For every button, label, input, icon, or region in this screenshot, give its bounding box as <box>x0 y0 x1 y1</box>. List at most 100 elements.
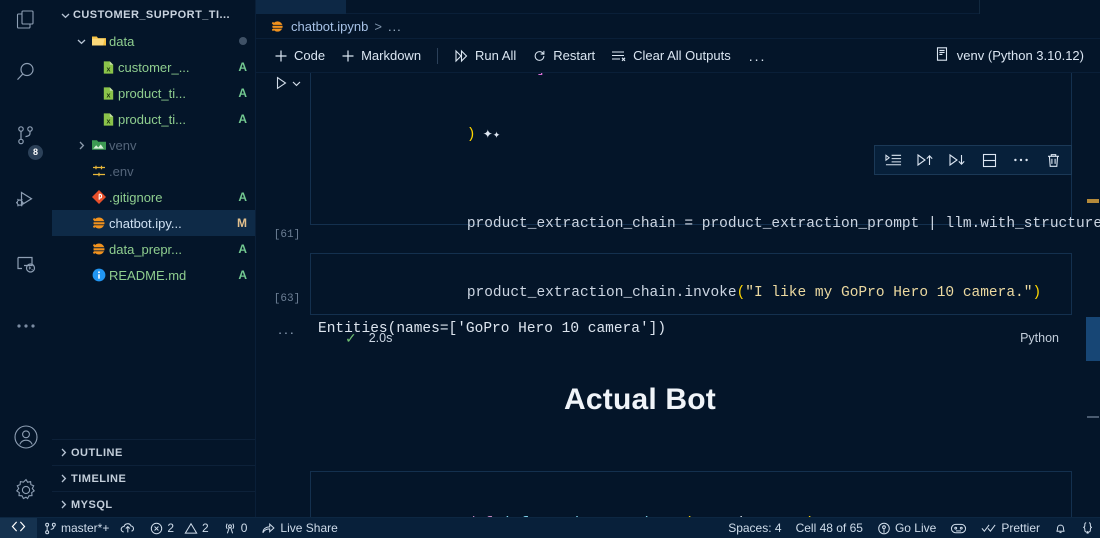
sidebar-section-mysql[interactable]: MYSQL <box>52 491 255 517</box>
add-code-cell-button[interactable]: Code <box>266 44 333 68</box>
run-all-icon <box>454 49 469 63</box>
chevron-right-icon <box>56 497 71 513</box>
tree-item-readme-md[interactable]: README.md A <box>52 262 255 288</box>
status-cell-position-label: Cell 48 of 65 <box>795 521 863 535</box>
status-errors-count: 2 <box>167 521 175 535</box>
copilot-sparkle-icon: ✦✦ <box>475 128 501 142</box>
git-status-badge: A <box>238 242 247 256</box>
delete-cell-icon[interactable] <box>1037 147 1069 173</box>
tree-item-label: .gitignore <box>109 189 163 205</box>
kernel-selector[interactable]: venv (Python 3.10.12) <box>934 46 1100 65</box>
tree-item-env[interactable]: .env <box>52 158 255 184</box>
plus-icon <box>341 49 355 63</box>
broadcast-icon <box>877 522 891 535</box>
tree-item-venv[interactable]: venv <box>52 132 255 158</box>
code-token: str <box>850 516 876 517</box>
tree-item-customer-csv[interactable]: x customer_... A <box>52 54 255 80</box>
notebook-scroll-area[interactable]: [61] ] ) ✦✦ product_extraction_chain = p… <box>256 73 1100 517</box>
cell-output: ... Entities(names=['GoPro Hero 10 camer… <box>256 321 1100 337</box>
run-cell-button[interactable] <box>273 75 302 91</box>
activity-bar-item-remote-explorer[interactable] <box>0 232 52 296</box>
sidebar-section-outline[interactable]: OUTLINE <box>52 439 255 465</box>
activity-bar-item-source-control[interactable]: 8 <box>0 104 52 168</box>
status-live-share-label: Live Share <box>280 521 338 535</box>
folder-venv-icon <box>89 137 109 153</box>
tree-item-label: customer_... <box>118 59 190 75</box>
code-token: : <box>763 516 780 517</box>
status-prettier[interactable]: Prettier <box>974 518 1047 538</box>
env-icon <box>89 163 109 179</box>
activity-bar-item-run-and-debug[interactable] <box>0 168 52 232</box>
tree-item-chatbot-ipynb[interactable]: chatbot.ipy... M <box>52 210 255 236</box>
code-token: product_extraction_prompt <box>701 216 929 232</box>
status-bar-right: Spaces: 4 Cell 48 of 65 Go Live Prettier <box>721 518 1100 538</box>
breadcrumb-file[interactable]: chatbot.ipynb <box>291 19 368 34</box>
editor-scrollbar[interactable] <box>1086 73 1100 517</box>
cell-editor-box[interactable]: def information_retriever(question: str)… <box>310 471 1072 517</box>
status-live-share[interactable]: Live Share <box>254 518 344 538</box>
notebook-icon <box>89 215 109 231</box>
scrollbar-thumb[interactable] <box>1086 317 1100 361</box>
status-settings-sync[interactable] <box>1074 518 1100 538</box>
code-token: product_extraction_chain <box>466 285 676 301</box>
status-problems[interactable]: 2 2 <box>143 518 215 538</box>
status-indentation-label: Spaces: 4 <box>728 521 782 535</box>
status-gitlens[interactable] <box>943 518 974 538</box>
tree-item-label: README.md <box>109 267 187 283</box>
markdown-info-icon <box>89 267 109 283</box>
remote-window-button[interactable] <box>0 517 37 538</box>
more-actions-icon[interactable] <box>1005 147 1037 173</box>
tree-item-data[interactable]: data <box>52 28 255 54</box>
ellipsis-icon <box>14 322 38 330</box>
restart-kernel-button[interactable]: Restart <box>524 44 603 68</box>
activity-bar-item-more-actions[interactable] <box>0 296 52 356</box>
status-go-live[interactable]: Go Live <box>870 518 943 538</box>
radio-tower-icon <box>223 522 237 535</box>
cell-editor-box[interactable]: product_extraction_chain.invoke("I like … <box>310 253 1072 346</box>
split-cell-icon[interactable] <box>973 147 1005 173</box>
kernel-label: venv (Python 3.10.12) <box>956 48 1084 63</box>
code-token: ) <box>1032 285 1042 301</box>
status-bar: master*+ 2 2 0 Live Share Spaces: 4 Cell… <box>0 517 1100 538</box>
clear-all-outputs-button[interactable]: Clear All Outputs <box>603 44 739 68</box>
activity-bar-item-accounts[interactable] <box>0 411 52 463</box>
gear-icon <box>13 477 39 503</box>
cell-gutter: [63] <box>256 253 318 319</box>
status-ports[interactable]: 0 <box>216 518 255 538</box>
status-branch[interactable]: master*+ <box>37 518 143 538</box>
code-token: ( <box>736 285 746 301</box>
status-cell-position[interactable]: Cell 48 of 65 <box>789 518 870 538</box>
csv-icon: x <box>98 112 118 127</box>
tree-item-label: product_ti... <box>118 85 186 101</box>
output-text: Entities(names=['GoPro Hero 10 camera']) <box>318 321 667 337</box>
sidebar-section-timeline[interactable]: TIMELINE <box>52 465 255 491</box>
activity-bar: 8 <box>0 0 52 517</box>
run-all-button[interactable]: Run All <box>446 44 524 68</box>
add-markdown-cell-button[interactable]: Markdown <box>333 44 429 68</box>
add-code-cell-label: Code <box>294 48 326 63</box>
activity-bar-item-settings[interactable] <box>0 463 52 517</box>
breadcrumb-more[interactable]: ... <box>388 19 402 34</box>
breadcrumb-separator: > <box>374 18 382 34</box>
clear-all-outputs-icon <box>611 49 627 63</box>
execute-above-icon[interactable] <box>909 147 941 173</box>
cell-execution-count: [61] <box>273 229 301 241</box>
tree-item-product-tickets-csv-1[interactable]: x product_ti... A <box>52 80 255 106</box>
output-more-actions-icon[interactable]: ... <box>256 321 318 337</box>
tree-item-gitignore[interactable]: .gitignore A <box>52 184 255 210</box>
notebook-icon <box>270 19 285 34</box>
code-token: question <box>693 516 763 517</box>
braces-icon <box>1081 521 1094 535</box>
status-notifications[interactable] <box>1047 518 1074 538</box>
explorer-root-folder[interactable]: CUSTOMER_SUPPORT_TI... <box>52 2 255 28</box>
execute-below-icon[interactable] <box>941 147 973 173</box>
status-indentation[interactable]: Spaces: 4 <box>721 518 788 538</box>
activity-bar-item-explorer[interactable] <box>0 0 52 40</box>
run-by-line-icon[interactable] <box>877 147 909 173</box>
restart-icon <box>532 49 547 63</box>
tree-item-data-preprocessing-ipynb[interactable]: data_prepr... A <box>52 236 255 262</box>
tab-chatbot-ipynb[interactable] <box>256 0 346 14</box>
activity-bar-item-search[interactable] <box>0 40 52 104</box>
tree-item-product-tickets-csv-2[interactable]: x product_ti... A <box>52 106 255 132</box>
toolbar-more-actions-button[interactable]: ... <box>739 48 777 64</box>
